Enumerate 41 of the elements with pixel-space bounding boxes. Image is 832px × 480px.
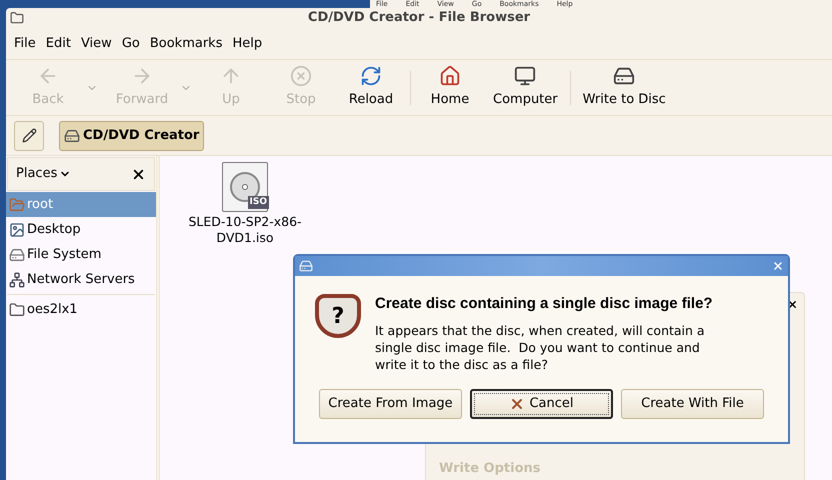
- file-badge: ISO: [248, 196, 269, 209]
- menu-item[interactable]: Edit: [40, 34, 76, 54]
- places-dropdown[interactable]: Places: [16, 164, 72, 184]
- toolbar-button[interactable]: Reload: [336, 62, 406, 114]
- dialog-button[interactable]: Create With File: [621, 389, 764, 419]
- pencil-icon: [22, 128, 36, 143]
- dialog-button[interactable]: Create From Image: [319, 389, 462, 419]
- folder-icon: [10, 11, 24, 25]
- cancel-button[interactable]: Cancel: [470, 389, 613, 419]
- question-shield-icon: ?: [315, 294, 361, 338]
- disc-drive-icon: [299, 259, 313, 273]
- toolbar-button[interactable]: Home: [415, 62, 485, 114]
- menu-item[interactable]: File: [9, 34, 41, 54]
- folder-icon: [9, 302, 25, 318]
- dialog-heading: Create disc containing a single disc image file?: [375, 294, 714, 314]
- network-icon: [9, 272, 25, 288]
- section-title: Write Options: [439, 460, 540, 478]
- menu-item[interactable]: View: [76, 34, 117, 54]
- disc-image-file-icon[interactable]: ISO: [222, 162, 268, 212]
- toolbar-button[interactable]: Computer: [485, 62, 566, 114]
- menu-item[interactable]: Go: [116, 34, 145, 54]
- home-folder-icon: [9, 196, 25, 212]
- stop-icon: [290, 65, 312, 88]
- file-name[interactable]: SLED-10-SP2-x86-DVD1.iso: [175, 214, 315, 246]
- disc-drive-icon: [64, 128, 80, 144]
- edit-location-button[interactable]: [14, 120, 44, 150]
- disc-drive-icon: [613, 65, 636, 88]
- window-title: CD/DVD Creator - File Browser: [308, 9, 530, 28]
- path-button[interactable]: CD/DVD Creator: [59, 120, 204, 150]
- sidebar-item[interactable]: oes2lx1: [6, 297, 156, 322]
- sidebar-item[interactable]: File System: [6, 242, 156, 267]
- sidebar-item[interactable]: Desktop: [6, 217, 156, 242]
- monitor-icon: [514, 65, 536, 88]
- sidebar-item[interactable]: Network Servers: [6, 267, 156, 292]
- reload-icon: [360, 65, 382, 88]
- dialog-message: It appears that the disc, when created, will contain a single disc image file. Do you want to continue and write it to the disc as a file?: [375, 322, 706, 373]
- toolbar-button[interactable]: Write to Disc: [574, 62, 674, 114]
- home-icon: [439, 65, 461, 88]
- drive-icon: [9, 246, 25, 262]
- menu-item[interactable]: Bookmarks: [144, 34, 228, 54]
- menu-item[interactable]: Help: [227, 34, 268, 54]
